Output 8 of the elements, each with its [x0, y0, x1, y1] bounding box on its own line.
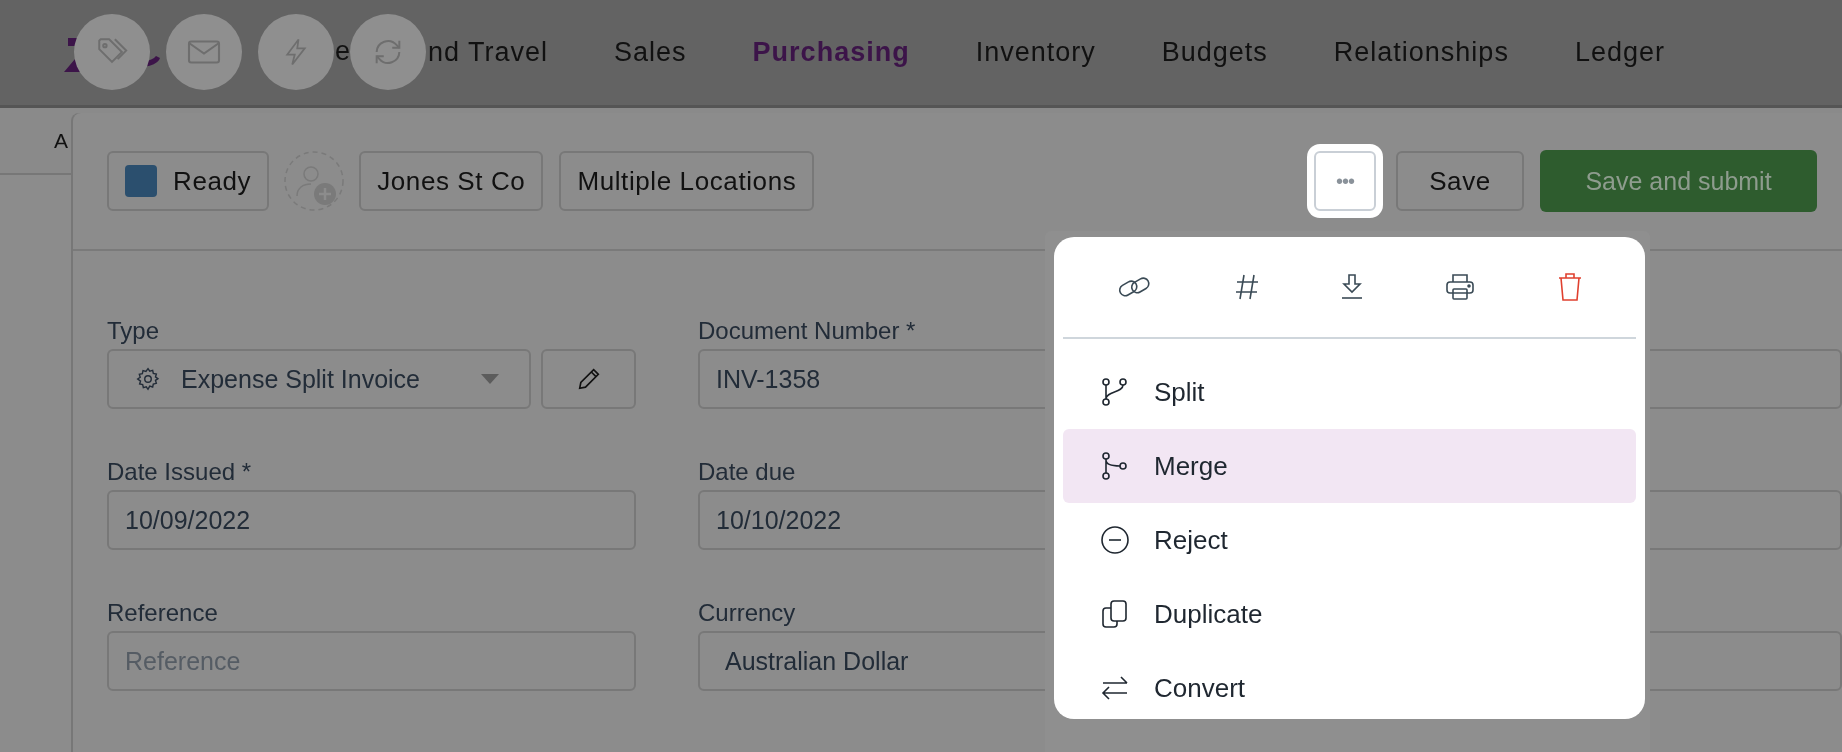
field-label: Document Number *	[698, 317, 916, 345]
field-label: Currency	[698, 599, 796, 627]
field-label: Reference	[107, 599, 218, 627]
field-label: Date due	[698, 458, 796, 486]
status-label: Ready	[173, 165, 252, 197]
field-label: Date Issued *	[107, 458, 252, 486]
nav-text-fragment: e	[335, 36, 351, 67]
field-label: Type	[107, 317, 160, 345]
